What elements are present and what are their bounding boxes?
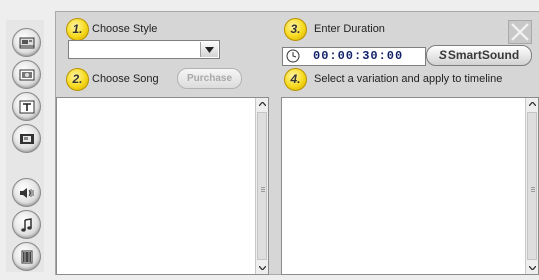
choose-style-label: Choose Style (92, 23, 158, 35)
audio-button[interactable] (12, 178, 41, 207)
style-dropdown[interactable] (68, 40, 220, 59)
auto-music-panel: 1. Choose Style 2. Choose Song Purchase (55, 11, 539, 275)
song-list-scrollbar[interactable] (255, 98, 268, 274)
step-1-badge: 1. (66, 18, 89, 41)
chevron-down-icon (258, 266, 266, 270)
title-text-button[interactable] (12, 92, 41, 121)
chevron-up-icon (528, 102, 536, 106)
scroll-down-arrow[interactable] (256, 262, 268, 274)
chevron-up-icon (258, 102, 266, 106)
purchase-button[interactable]: Purchase (177, 68, 242, 89)
timecode-value: 00:00:30:00 (313, 49, 404, 63)
variation-list-scrollbar[interactable] (525, 98, 538, 274)
enter-duration-label: Enter Duration (314, 23, 385, 35)
song-list[interactable] (56, 97, 269, 275)
chevron-down-icon (528, 266, 536, 270)
scroll-up-arrow[interactable] (256, 98, 268, 110)
tool-sidebar (6, 20, 44, 272)
smartsound-logo-mark: S (438, 48, 447, 62)
video-capture-icon (19, 37, 34, 48)
smartsound-label: SmartSound (447, 48, 520, 62)
film-overlay-button[interactable] (12, 124, 41, 153)
film-reel-button[interactable] (12, 242, 41, 271)
audio-speaker-icon (19, 187, 33, 198)
film-reel-icon (21, 250, 32, 263)
duration-timecode-field[interactable]: 00:00:30:00 (282, 47, 426, 66)
photo-button[interactable] (12, 60, 41, 89)
scroll-up-arrow[interactable] (526, 98, 538, 110)
music-note-icon (20, 217, 32, 232)
step-4-badge: 4. (284, 68, 307, 91)
video-capture-button[interactable] (12, 28, 41, 57)
select-variation-label: Select a variation and apply to timeline (314, 73, 503, 85)
step-3-badge: 3. (284, 18, 307, 41)
clock-icon (286, 49, 300, 63)
smartsound-button[interactable]: SSmartSound (426, 45, 532, 66)
scroll-thumb[interactable] (527, 112, 537, 260)
close-icon (511, 23, 529, 41)
film-overlay-icon (19, 133, 34, 144)
chevron-down-icon (205, 46, 214, 53)
style-dropdown-button[interactable] (200, 42, 218, 57)
choose-song-label: Choose Song (92, 73, 159, 85)
scroll-thumb[interactable] (257, 112, 267, 260)
close-button[interactable] (508, 20, 532, 44)
variation-list[interactable] (281, 97, 539, 275)
photo-icon (19, 69, 34, 80)
scroll-down-arrow[interactable] (526, 262, 538, 274)
music-button[interactable] (12, 210, 41, 239)
step-2-badge: 2. (66, 68, 89, 91)
title-text-icon (19, 100, 34, 113)
